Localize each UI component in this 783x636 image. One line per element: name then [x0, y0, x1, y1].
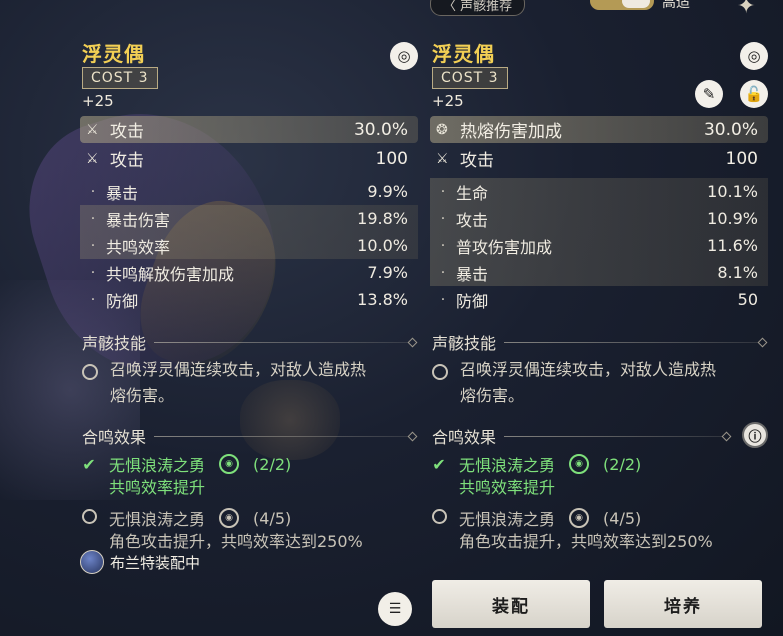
discard-icon[interactable]: ✎ — [695, 80, 723, 108]
sonata-section-title: 合鸣效果 — [432, 424, 732, 448]
fusion-damage-icon: ❂ — [436, 121, 448, 138]
sonata-effect-inactive: 无惧浪涛之勇 ◉ (4/5) 角色攻击提升，共鸣效率达到250% — [430, 506, 766, 554]
target-icon[interactable]: ◎ — [740, 42, 768, 70]
substat-row: · 暴击 8.1% — [430, 259, 768, 286]
check-icon: ✔ — [432, 454, 446, 474]
main-stat-row: ❂ 热熔伤害加成 30.0% — [430, 116, 768, 143]
attack-icon: ⚔ — [86, 150, 99, 167]
substat-row: · 攻击 10.9% — [430, 205, 768, 232]
bullet-icon — [82, 364, 98, 380]
substat-row: · 防御 50 — [440, 290, 758, 311]
sonata-detail-icon[interactable]: ⓘ — [742, 422, 768, 448]
lock-icon[interactable]: 🔓 — [740, 80, 768, 108]
substat-row: · 防御 13.8% — [90, 290, 408, 311]
substat-list: · 暴击 9.9% · 暴击伤害 19.8% · 共鸣效率 10.0% · 共鸣解放伤害加成 7… — [80, 178, 418, 313]
substat-row: · 暴击伤害 19.8% — [80, 205, 418, 232]
circle-icon — [81, 508, 97, 528]
sonata-section-title: 合鸣效果 — [82, 424, 418, 448]
cost-badge: COST 3 — [432, 67, 508, 89]
substat-row: · 普攻伤害加成 11.6% — [430, 232, 768, 259]
substat-row: · 共鸣解放伤害加成 7.9% — [90, 263, 408, 284]
attack-icon: ⚔ — [86, 121, 99, 138]
attack-icon: ⚔ — [436, 150, 449, 167]
sonata-icon: ◉ — [569, 508, 590, 528]
star-icon[interactable]: ✦ — [737, 0, 755, 19]
main-stat-row: ⚔ 攻击 30.0% — [80, 116, 418, 143]
echo-level: +25 — [82, 92, 114, 110]
echo-skill: 召唤浮灵偶连续攻击，对敌人造成热 熔伤害。 — [80, 360, 410, 409]
cultivate-button[interactable]: 培养 — [604, 580, 762, 628]
sonata-icon: ◉ — [219, 454, 240, 474]
skill-section-title: 声骸技能 — [82, 330, 418, 354]
highlight-toggle-label: 高适 — [662, 0, 690, 11]
substat-list: · 生命 10.1% · 攻击 10.9% · 普攻伤害加成 11.6% · 暴击 8.1% ·… — [430, 178, 768, 313]
highlight-toggle[interactable] — [590, 0, 654, 10]
echo-name: 浮灵偶 — [432, 42, 495, 66]
main-stat-row: ⚔ 攻击 100 — [436, 148, 758, 172]
circle-icon — [431, 508, 447, 528]
echo-recommend-label: 〈 声骸推荐 — [443, 0, 513, 14]
echo-recommend-button[interactable]: 〈 声骸推荐 — [430, 0, 526, 16]
sonata-effect-inactive: 无惧浪涛之勇 ◉ (4/5) 角色攻击提升，共鸣效率达到250% — [80, 506, 416, 554]
sonata-effect-active: ✔ 无惧浪涛之勇 ◉ (2/2) 共鸣效率提升 — [82, 454, 292, 497]
cost-badge: COST 3 — [82, 67, 158, 89]
substat-row: · 共鸣效率 10.0% — [80, 232, 418, 259]
filter-sort-icon[interactable]: ☰ — [378, 592, 412, 626]
main-stat-row: ⚔ 攻击 100 — [86, 148, 408, 172]
equipped-by: 布兰特装配中 — [80, 550, 200, 574]
sonata-effect-active: ✔ 无惧浪涛之勇 ◉ (2/2) 共鸣效率提升 — [432, 454, 642, 497]
echo-name: 浮灵偶 — [82, 42, 145, 66]
sonata-icon: ◉ — [219, 508, 240, 528]
check-icon: ✔ — [82, 454, 96, 474]
substat-row: · 暴击 9.9% — [90, 182, 408, 203]
bullet-icon — [432, 364, 448, 380]
echo-level: +25 — [432, 92, 464, 110]
substat-row: · 生命 10.1% — [430, 178, 768, 205]
equip-button[interactable]: 装配 — [432, 580, 590, 628]
echo-skill: 召唤浮灵偶连续攻击，对敌人造成热 熔伤害。 — [430, 360, 760, 409]
sonata-icon: ◉ — [569, 454, 590, 474]
target-icon[interactable]: ◎ — [390, 42, 418, 70]
skill-section-title: 声骸技能 — [432, 330, 768, 354]
avatar — [80, 550, 104, 574]
